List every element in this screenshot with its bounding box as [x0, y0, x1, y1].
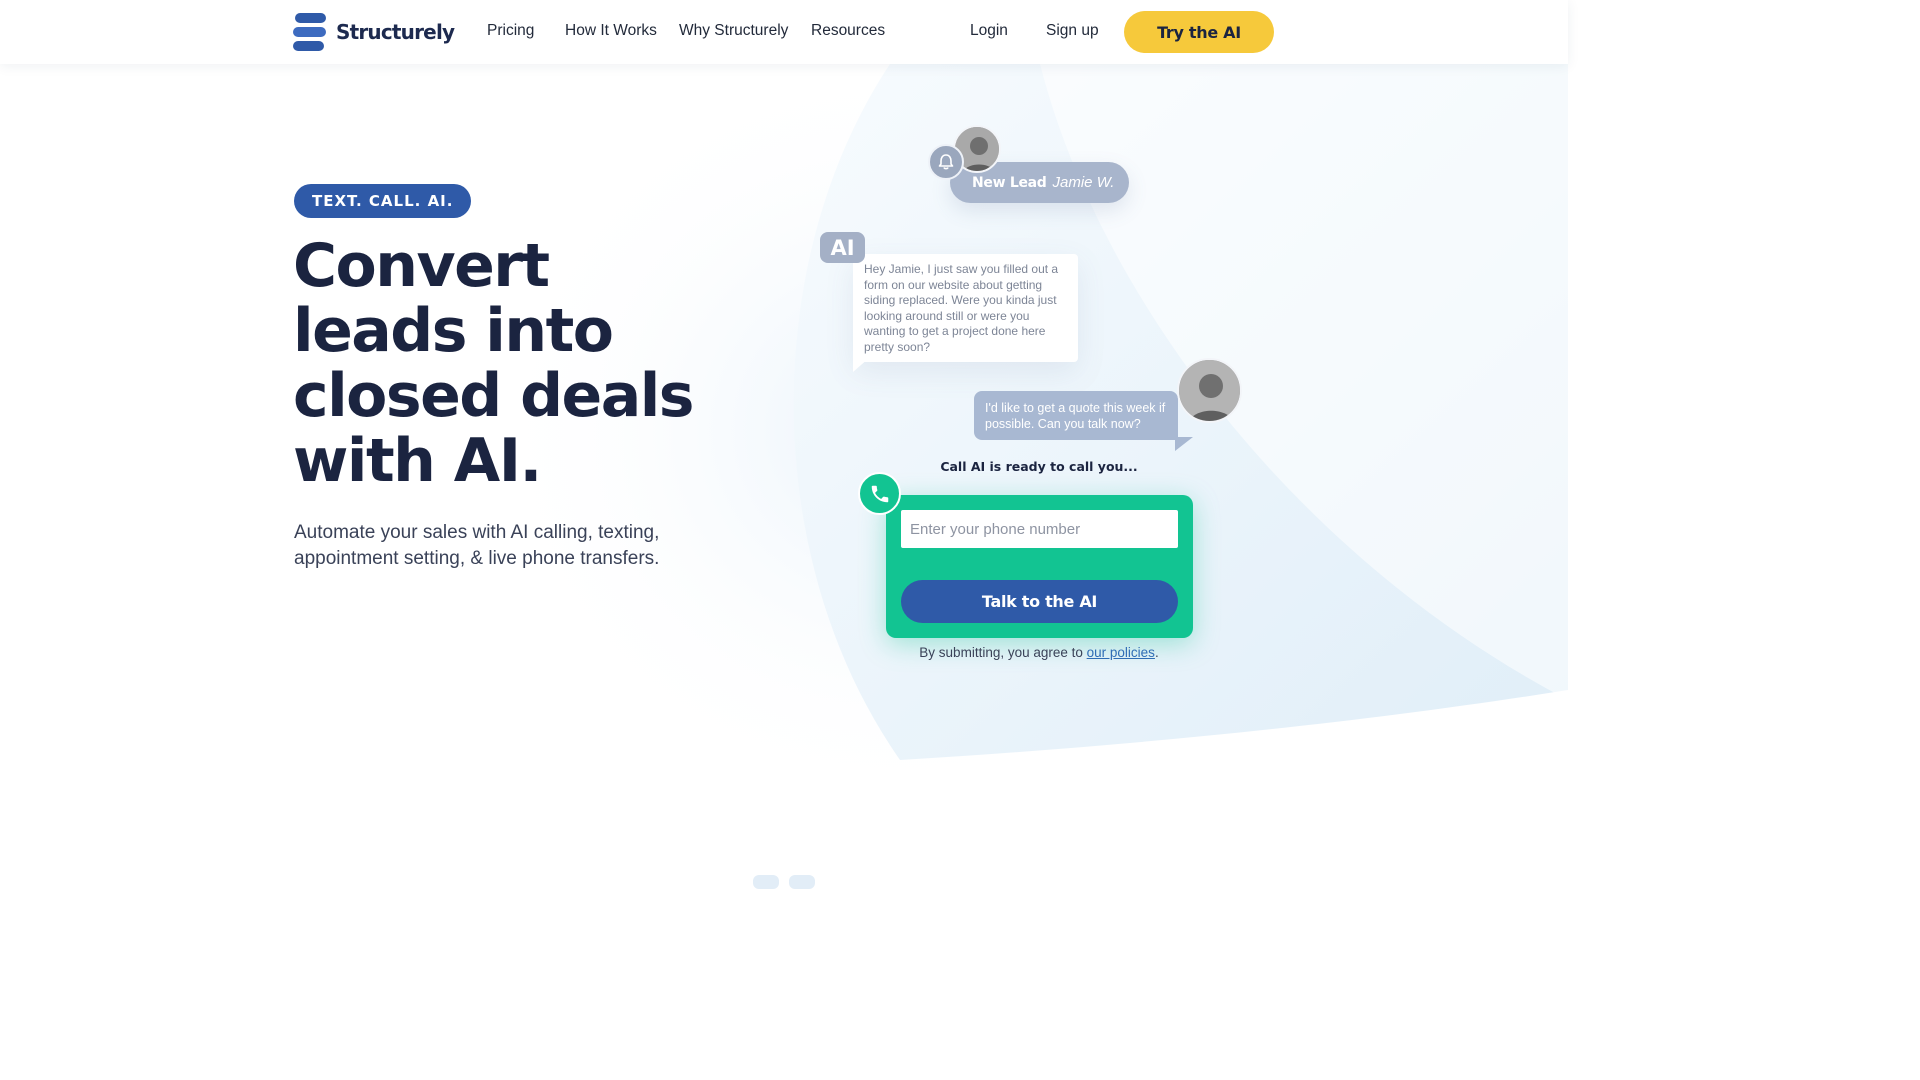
policy-notice: By submitting, you agree to our policies… — [880, 645, 1198, 660]
policies-link[interactable]: our policies — [1087, 645, 1155, 660]
headline-line: closed deals — [293, 361, 695, 431]
lead-reply-avatar — [1177, 358, 1242, 423]
bell-icon — [928, 144, 964, 180]
nav-how-it-works[interactable]: How It Works — [565, 22, 657, 40]
ai-bubble-tail — [853, 358, 869, 372]
ai-message-bubble: Hey Jamie, I just saw you filled out a f… — [853, 254, 1078, 362]
logo[interactable]: Structurely — [293, 12, 455, 52]
try-the-ai-button[interactable]: Try the AI — [1124, 11, 1274, 53]
nav-resources[interactable]: Resources — [811, 22, 885, 40]
hero-headline: Convert leads into closed deals with AI. — [293, 234, 793, 494]
call-ready-text: Call AI is ready to call you... — [940, 459, 1138, 474]
new-lead-label: New Lead — [972, 174, 1047, 191]
nav-why-structurely[interactable]: Why Structurely — [679, 22, 788, 40]
headline-line: leads into — [293, 296, 614, 366]
phone-icon — [858, 472, 901, 515]
lead-name: Jamie W. — [1052, 174, 1115, 191]
policy-prefix: By submitting, you agree to — [919, 645, 1087, 660]
talk-to-the-ai-button[interactable]: Talk to the AI — [901, 580, 1178, 623]
hero-tag-pill: TEXT. CALL. AI. — [294, 184, 472, 218]
logo-text: Structurely — [336, 20, 455, 44]
ai-tag: AI — [820, 232, 865, 263]
headline-line: with AI. — [293, 426, 542, 496]
section-peek-shape — [753, 875, 779, 889]
section-peek-shape — [789, 875, 815, 889]
nav-pricing[interactable]: Pricing — [487, 22, 534, 40]
headline-line: Convert — [293, 231, 550, 301]
phone-number-input[interactable] — [901, 510, 1178, 548]
signup-link[interactable]: Sign up — [1046, 22, 1099, 40]
reply-bubble-tail — [1175, 437, 1193, 451]
lead-reply-bubble: I'd like to get a quote this week if pos… — [974, 391, 1178, 440]
hero-subhead: Automate your sales with AI calling, tex… — [294, 522, 660, 569]
logo-mark-icon — [293, 12, 326, 52]
site-header: Structurely Pricing How It Works Why Str… — [0, 0, 1568, 64]
phone-form-card: Talk to the AI — [886, 495, 1193, 638]
login-link[interactable]: Login — [970, 22, 1008, 40]
policy-suffix: . — [1154, 645, 1159, 660]
